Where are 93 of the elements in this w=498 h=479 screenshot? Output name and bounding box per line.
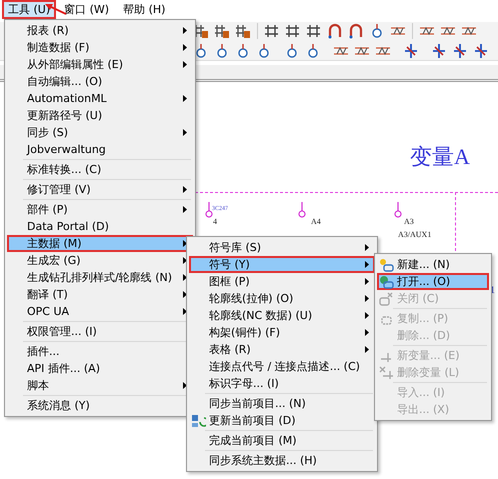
variant-title: 变量A bbox=[410, 143, 470, 171]
menu-item-label: 删除... (D) bbox=[397, 328, 452, 343]
menu-item-label: 从外部编辑属性 (E) bbox=[27, 57, 124, 72]
menu-item[interactable]: 打开... (O) bbox=[377, 273, 489, 290]
menu-item[interactable]: 新建... (N) bbox=[377, 256, 489, 273]
menu-item[interactable]: Jobverwaltung bbox=[7, 141, 193, 158]
grid-icon[interactable] bbox=[263, 22, 281, 40]
menu-item[interactable]: AutomationML bbox=[7, 90, 193, 107]
grid-icon[interactable] bbox=[305, 22, 323, 40]
menu-item-label: 自动编辑... (O) bbox=[27, 74, 104, 89]
cross-icon[interactable] bbox=[472, 42, 490, 60]
grid-icon[interactable] bbox=[234, 22, 252, 40]
menu-item-label: 同步系统主数据... (H) bbox=[209, 453, 318, 468]
menu-item-label: 部件 (P) bbox=[27, 202, 69, 217]
menu-item[interactable]: 完成当前项目 (M) bbox=[189, 432, 375, 449]
menu-item[interactable]: 同步 (S) bbox=[7, 124, 193, 141]
menu-item[interactable]: 制造数据 (F) bbox=[7, 39, 193, 56]
menu-item-label: 制造数据 (F) bbox=[27, 40, 90, 55]
cross-icon[interactable] bbox=[402, 42, 420, 60]
cross-icon[interactable] bbox=[430, 42, 448, 60]
menu-item-label: 符号库 (S) bbox=[209, 240, 262, 255]
menu-item-label: 同步当前项目... (N) bbox=[209, 396, 307, 411]
menu-item[interactable]: 报表 (R) bbox=[7, 22, 193, 39]
menu-item-label: 标准转换... (C) bbox=[27, 162, 102, 177]
grid-icon[interactable] bbox=[213, 22, 231, 40]
pin-label: A3 bbox=[404, 217, 414, 226]
menu-item-label: 翻译 (T) bbox=[27, 287, 69, 302]
pin-label: A4 bbox=[311, 217, 321, 226]
menu-item-label: 轮廓线(NC 数据) (U) bbox=[209, 308, 314, 323]
menu-item-label: OPC UA bbox=[27, 305, 70, 318]
menu-item-label: 更新当前项目 (D) bbox=[209, 413, 297, 428]
menu-item-label: 完成当前项目 (M) bbox=[209, 433, 298, 448]
menu-item-label: 构架(铜件) (F) bbox=[209, 325, 281, 340]
cross-icon[interactable] bbox=[451, 42, 469, 60]
connection-point-icon bbox=[394, 202, 402, 218]
menu-item-label: 表格 (R) bbox=[209, 342, 252, 357]
close-symbol-icon bbox=[379, 292, 394, 306]
menu-item[interactable]: 更新路径号 (U) bbox=[7, 107, 193, 124]
menu-item-label: 连接点代号 / 连接点描述... (C) bbox=[209, 359, 361, 374]
pin-label: 4 bbox=[213, 217, 217, 226]
connection-point-icon bbox=[298, 202, 306, 218]
menu-item[interactable]: 修订管理 (V) bbox=[7, 181, 193, 198]
menu-item[interactable]: 帮助 (H) bbox=[117, 0, 172, 19]
new-symbol-icon bbox=[379, 258, 394, 272]
menu-item[interactable]: 自动编辑... (O) bbox=[7, 73, 193, 90]
coil-icon[interactable] bbox=[326, 22, 344, 40]
menu-item-label: 导入... (I) bbox=[397, 385, 446, 400]
menu-item-label: 新变量... (E) bbox=[397, 348, 461, 363]
menu-item-label: 图框 (P) bbox=[209, 274, 251, 289]
menu-item[interactable]: 同步系统主数据... (H) bbox=[189, 452, 375, 469]
menu-item[interactable]: 从外部编辑属性 (E) bbox=[7, 56, 193, 73]
connection-point-icon bbox=[205, 202, 213, 218]
grid-icon[interactable] bbox=[284, 22, 302, 40]
menu-item-label: 主数据 (M) bbox=[27, 236, 83, 251]
menu-item-label: 轮廓线(拉伸) (O) bbox=[209, 291, 294, 306]
menu-item-label: 关闭 (C) bbox=[397, 291, 440, 306]
delete-variable-icon bbox=[379, 366, 394, 380]
coil-icon[interactable] bbox=[347, 22, 365, 40]
menu-item[interactable]: 主数据 (M) bbox=[7, 235, 193, 252]
menu-item[interactable]: 表格 (R) bbox=[189, 341, 375, 358]
menu-item[interactable]: 部件 (P) bbox=[7, 201, 193, 218]
menu-item-label: API 插件... (A) bbox=[27, 361, 101, 376]
menu-item-label: 删除变量 (L) bbox=[397, 365, 460, 380]
open-symbol-icon bbox=[379, 274, 394, 288]
menu-item-label: 生成宏 (G) bbox=[27, 253, 82, 268]
menu-item-label: 导出... (X) bbox=[397, 402, 450, 417]
menu-item-label: 权限管理... (I) bbox=[27, 324, 98, 339]
menu-item-label: Jobverwaltung bbox=[27, 143, 107, 156]
menu-item[interactable]: 连接点代号 / 连接点描述... (C) bbox=[189, 358, 375, 375]
menu-item-label: 标识字母... (I) bbox=[209, 376, 280, 391]
sync-icon bbox=[191, 414, 206, 428]
menu-item[interactable]: 构架(铜件) (F) bbox=[189, 324, 375, 341]
menu-item-label: 生成钻孔排列样式/轮廓线 (N) bbox=[27, 270, 174, 285]
menu-item-label: 脚本 bbox=[27, 378, 50, 393]
menu-item-label: 符号 (Y) bbox=[209, 257, 251, 272]
menu-item[interactable]: 更新当前项目 (D) bbox=[189, 412, 375, 429]
menu-item[interactable]: 同步当前项目... (N) bbox=[189, 395, 375, 412]
menu-item-label: Data Portal (D) bbox=[27, 220, 110, 233]
menu-item-label: 同步 (S) bbox=[27, 125, 70, 140]
menu-item-label: 报表 (R) bbox=[27, 23, 70, 38]
pin-label: A3/AUX1 bbox=[398, 230, 432, 239]
menu-item-label: 新建... (N) bbox=[397, 257, 451, 272]
menu-item-label: 打开... (O) bbox=[397, 274, 452, 289]
menu-item[interactable]: 窗口 (W) bbox=[58, 0, 116, 19]
menu-item-label: 系统消息 (Y) bbox=[27, 398, 91, 413]
menu-item-label: 插件... bbox=[27, 344, 60, 359]
menu-item[interactable]: 符号 (Y) bbox=[189, 256, 375, 273]
menu-item-label: AutomationML bbox=[27, 92, 108, 105]
menu-item[interactable]: Data Portal (D) bbox=[7, 218, 193, 235]
menu-item[interactable]: 标准转换... (C) bbox=[7, 161, 193, 178]
menu-item-label: 复制... (P) bbox=[397, 311, 450, 326]
menu-item-label: 修订管理 (V) bbox=[27, 182, 92, 197]
menu-item-label: 更新路径号 (U) bbox=[27, 108, 104, 123]
